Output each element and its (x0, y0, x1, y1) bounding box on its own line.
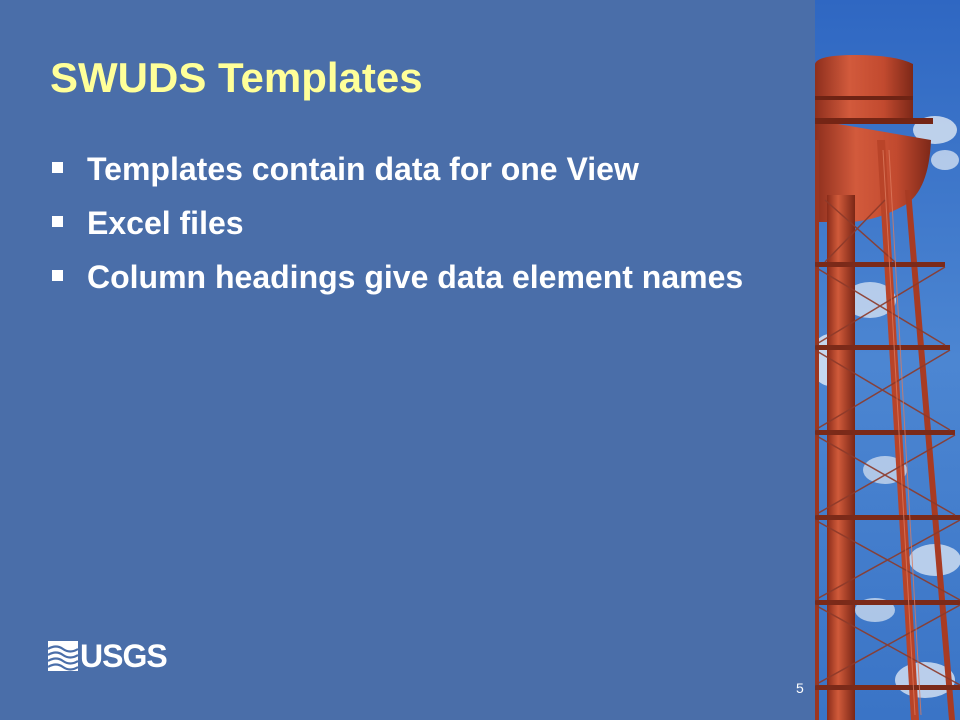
square-bullet-icon (52, 270, 63, 281)
bullet-item: Templates contain data for one View (52, 150, 952, 204)
bullet-list: Templates contain data for one View Exce… (52, 150, 952, 312)
bullet-text: Excel files (87, 205, 244, 241)
usgs-wave-icon (48, 641, 78, 671)
bullet-text: Column headings give data element names (87, 259, 744, 295)
water-tower-photo (815, 0, 960, 720)
slide-title: SWUDS Templates (50, 54, 423, 101)
page-number: 5 (796, 680, 804, 696)
square-bullet-icon (52, 216, 63, 227)
bullet-item: Column headings give data element names (52, 258, 952, 312)
logo-text: USGS (80, 638, 168, 674)
usgs-logo: USGS (48, 638, 168, 674)
square-bullet-icon (52, 162, 63, 173)
bullet-text: Templates contain data for one View (87, 151, 639, 187)
bullet-item: Excel files (52, 204, 952, 258)
slide: SWUDS Templates Templates contain data f… (0, 0, 960, 720)
